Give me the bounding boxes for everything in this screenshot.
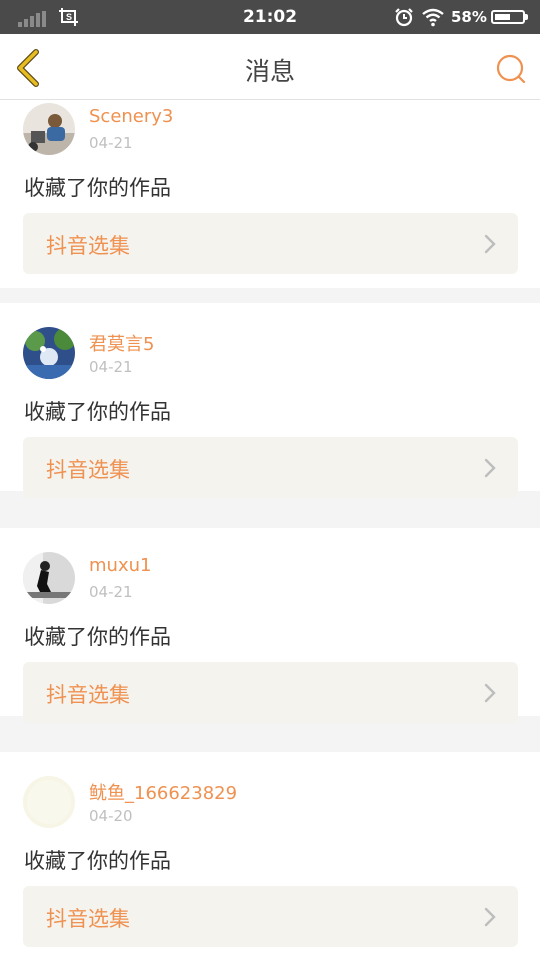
avatar[interactable] [23, 327, 75, 379]
message-date: 04-21 [89, 358, 133, 376]
battery-percent: 58% [451, 8, 487, 26]
wifi-icon [422, 8, 444, 27]
search-icon[interactable] [494, 52, 528, 86]
message-item: Scenery3 04-21 收藏了你的作品 抖音选集 [0, 100, 540, 288]
username[interactable]: 鱿鱼_166623829 [89, 779, 237, 805]
message-text: 收藏了你的作品 [24, 400, 171, 424]
message-date: 04-21 [89, 583, 133, 601]
collection-link[interactable]: 抖音选集 [23, 437, 518, 498]
collection-link[interactable]: 抖音选集 [23, 662, 518, 723]
battery-icon [491, 10, 525, 24]
chevron-right-icon [484, 234, 496, 254]
message-item: 鱿鱼_166623829 04-20 收藏了你的作品 抖音选集 [0, 752, 540, 960]
page-title: 消息 [244, 57, 295, 86]
collection-label: 抖音选集 [46, 458, 130, 482]
collection-label: 抖音选集 [46, 683, 130, 707]
chevron-right-icon [484, 683, 496, 703]
alarm-icon [395, 8, 413, 27]
message-text: 收藏了你的作品 [24, 625, 171, 649]
collection-label: 抖音选集 [46, 907, 130, 931]
username[interactable]: muxu1 [89, 555, 151, 576]
avatar[interactable] [23, 776, 75, 828]
chevron-right-icon [484, 907, 496, 927]
message-text: 收藏了你的作品 [24, 849, 171, 873]
message-item: 君莫言5 04-21 收藏了你的作品 抖音选集 [0, 303, 540, 498]
collection-label: 抖音选集 [46, 234, 130, 258]
username[interactable]: Scenery3 [89, 106, 173, 127]
message-date: 04-20 [89, 807, 133, 825]
collection-link[interactable]: 抖音选集 [23, 213, 518, 274]
avatar[interactable] [23, 103, 75, 155]
chevron-right-icon [484, 458, 496, 478]
message-date: 04-21 [89, 134, 133, 152]
battery-tip [525, 14, 528, 20]
message-item: muxu1 04-21 收藏了你的作品 抖音选集 [0, 528, 540, 723]
username[interactable]: 君莫言5 [89, 330, 154, 356]
avatar[interactable] [23, 552, 75, 604]
message-text: 收藏了你的作品 [24, 176, 171, 200]
header-bar: 消息 [0, 34, 540, 100]
collection-link[interactable]: 抖音选集 [23, 886, 518, 947]
status-bar: S 21:02 58% [0, 0, 540, 34]
